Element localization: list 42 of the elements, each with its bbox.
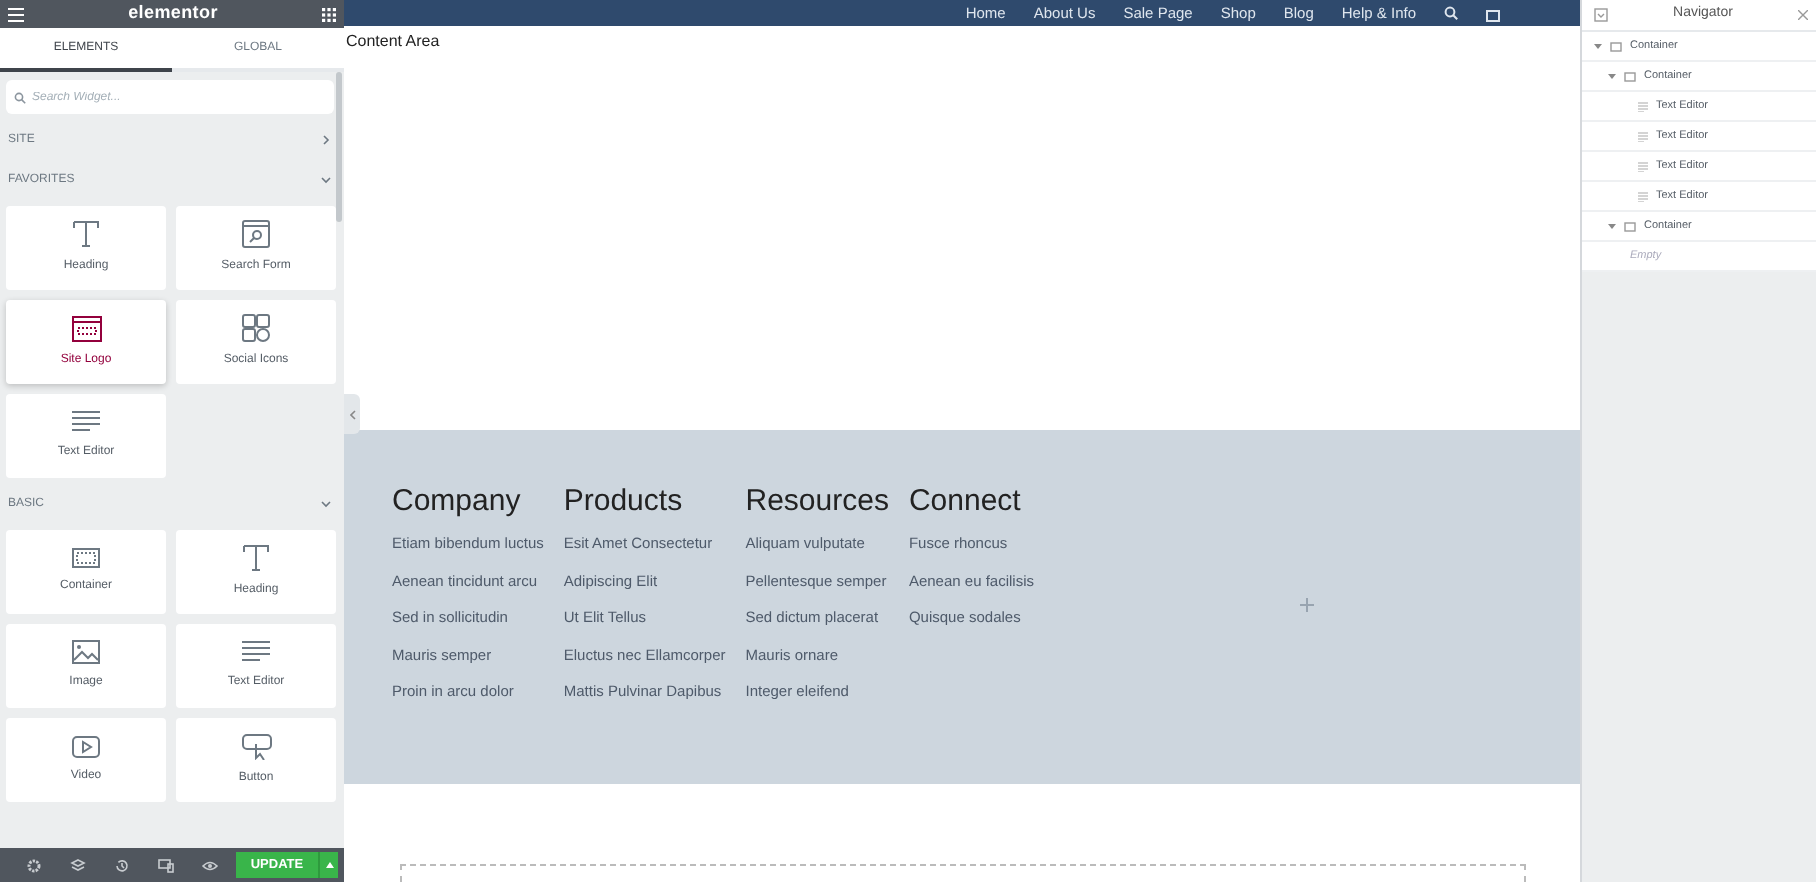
chevron-down-icon	[320, 174, 332, 186]
container-icon	[1624, 71, 1636, 81]
menu-icon[interactable]	[8, 7, 24, 21]
save-options-button[interactable]	[318, 852, 339, 878]
chevron-down-icon	[320, 498, 332, 510]
settings-icon[interactable]	[25, 857, 42, 873]
container-icon	[72, 548, 100, 568]
container-icon	[1610, 41, 1622, 51]
history-icon[interactable]	[113, 857, 130, 873]
social-icons-icon	[242, 314, 270, 342]
search-icon	[1444, 6, 1458, 20]
text-lines-icon	[1638, 191, 1648, 201]
browser-window-icon	[71, 315, 101, 341]
responsive-icon[interactable]	[157, 857, 174, 873]
collapse-all-icon[interactable]	[1594, 8, 1608, 22]
close-icon[interactable]	[1798, 10, 1808, 20]
pointer-button-icon	[241, 733, 271, 759]
chevron-right-icon	[320, 134, 332, 146]
footer-heading: Products	[563, 484, 685, 520]
search-form-icon	[242, 220, 270, 248]
text-lines-icon	[242, 640, 270, 664]
image-icon	[72, 640, 100, 664]
footer-heading: Connect	[908, 484, 1023, 520]
heading-icon	[72, 220, 100, 248]
text-lines-icon	[1638, 131, 1648, 141]
chevron-left-icon	[349, 409, 355, 419]
layers-icon[interactable]	[69, 857, 86, 873]
collapse-handle[interactable]	[344, 394, 360, 434]
bag-icon	[1486, 5, 1500, 21]
app-logo: elementor	[128, 0, 218, 27]
container-icon	[1624, 221, 1636, 231]
text-lines-icon	[1638, 101, 1648, 111]
footer-heading: Resources	[745, 484, 889, 520]
grid-icon[interactable]	[321, 7, 336, 21]
heading-icon	[242, 544, 270, 572]
text-lines-icon	[1638, 161, 1648, 171]
eye-icon[interactable]	[201, 857, 218, 873]
content-area-label: Content Area	[346, 32, 440, 50]
play-icon	[72, 735, 100, 757]
text-lines-icon	[72, 410, 100, 434]
footer-heading: Company	[392, 484, 523, 520]
caret-up-icon	[325, 862, 334, 868]
